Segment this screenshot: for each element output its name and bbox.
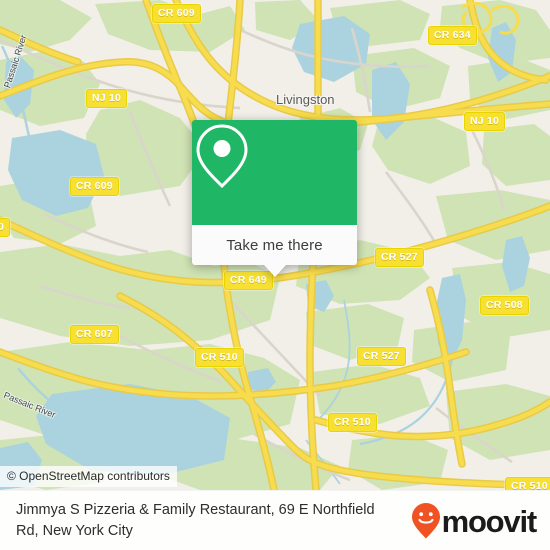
popup-cta-area[interactable]: Take me there	[192, 225, 357, 265]
road-shield-cr-634[interactable]: CR 634	[428, 26, 477, 45]
popup-image-area	[192, 120, 357, 225]
road-shield-cr-609-north[interactable]: CR 609	[152, 4, 201, 23]
road-shield-nj-10-west[interactable]: NJ 10	[86, 89, 128, 108]
map-pin-icon	[196, 124, 248, 189]
moovit-wordmark: moovit	[441, 503, 538, 539]
place-label-livingston: Livingston	[276, 92, 335, 107]
footer-bar: Jimmya S Pizzeria & Family Restaurant, 6…	[0, 490, 550, 550]
road-shield-cr-508[interactable]: CR 508	[480, 296, 529, 315]
moovit-logo[interactable]: moovit	[411, 502, 550, 540]
road-shield-cr-510-southeast[interactable]: CR 510	[505, 477, 550, 490]
road-shield-cr-527-north[interactable]: CR 527	[375, 248, 424, 267]
road-shield-nj-10-east[interactable]: NJ 10	[464, 112, 506, 131]
road-shield-cr-527-south[interactable]: CR 527	[357, 347, 406, 366]
road-shield-cr-510-west[interactable]: CR 510	[195, 348, 244, 367]
map-canvas[interactable]: Livingston Passaic River Passaic River C…	[0, 0, 550, 490]
moovit-pin-smiley-icon	[411, 503, 440, 539]
moovit-map-screenshot: Livingston Passaic River Passaic River C…	[0, 0, 550, 550]
take-me-there-label: Take me there	[226, 236, 323, 254]
road-shield-cr-609-west[interactable]: CR 609	[70, 177, 119, 196]
popup-tail	[263, 265, 286, 277]
location-title: Jimmya S Pizzeria & Family Restaurant, 6…	[16, 502, 375, 539]
road-shield-cr-510-center[interactable]: CR 510	[328, 413, 377, 432]
map-popup-card[interactable]: Take me there	[192, 120, 357, 277]
road-shield-clipped-left[interactable]: 0	[0, 218, 11, 237]
osm-attribution[interactable]: © OpenStreetMap contributors	[0, 466, 177, 487]
road-shield-cr-607[interactable]: CR 607	[70, 325, 119, 344]
